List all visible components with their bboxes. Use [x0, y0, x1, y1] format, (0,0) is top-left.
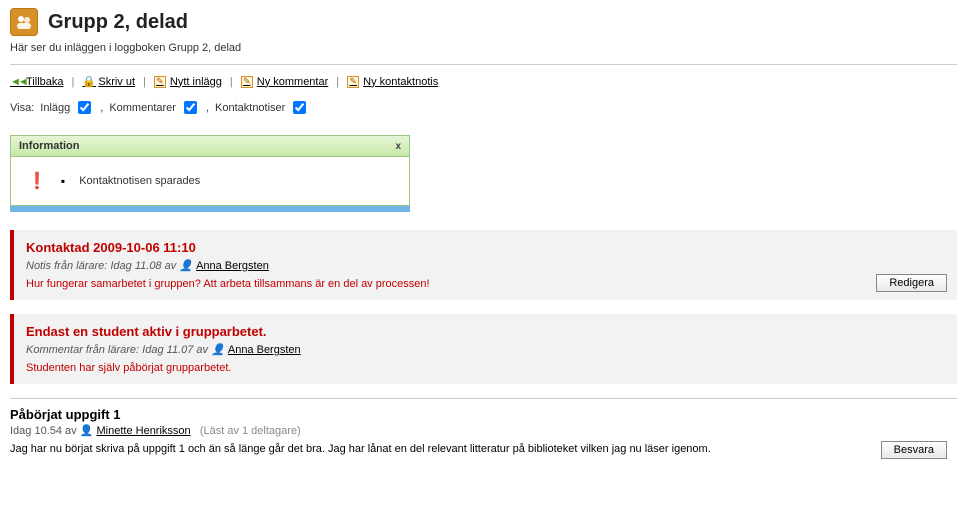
entry-readby: (Läst av 1 deltagare) [200, 425, 301, 437]
entry-author-link[interactable]: Anna Bergsten [228, 344, 301, 356]
info-box-message: Kontaktnotisen sparades [79, 175, 200, 187]
filter-comments-label: Kommentarer [109, 102, 176, 114]
back-link[interactable]: ◄◄ Tillbaka [10, 76, 64, 88]
new-post-label: Nytt inlägg [170, 76, 222, 88]
entry-body: Jag har nu börjat skriva på uppgift 1 oc… [10, 443, 957, 455]
filter-contacts-label: Kontaktnotiser [215, 102, 285, 114]
info-box: Information x ❗ ▪ Kontaktnotisen sparade… [10, 135, 410, 212]
filter-posts-checkbox[interactable] [78, 101, 91, 114]
back-label: Tillbaka [26, 76, 64, 88]
info-box-body: ❗ ▪ Kontaktnotisen sparades [11, 157, 409, 205]
filter-contacts[interactable]: Kontaktnotiser [215, 98, 309, 117]
person-icon: 👤 [211, 343, 225, 356]
info-box-title: Information [19, 140, 80, 152]
new-contact-label: Ny kontaktnotis [363, 76, 438, 88]
person-icon: 👤 [80, 424, 94, 437]
edit-icon: ✎ [241, 76, 253, 88]
print-label: Skriv ut [98, 76, 135, 88]
edit-icon: ✎ [347, 76, 359, 88]
entry-author-link[interactable]: Anna Bergsten [196, 260, 269, 272]
filter-posts[interactable]: Inlägg [40, 98, 94, 117]
contact-note-entry: Kontaktad 2009-10-06 11:10 Notis från lä… [10, 230, 957, 300]
entry-author-link[interactable]: Minette Henriksson [97, 425, 191, 437]
entry-meta: Kommentar från lärare: Idag 11.07 av 👤 A… [26, 343, 945, 356]
edit-icon: ✎ [154, 76, 166, 88]
back-icon: ◄◄ [10, 76, 22, 88]
separator: | [230, 76, 233, 88]
separator: | [143, 76, 146, 88]
comma: , [100, 102, 103, 114]
new-post-link[interactable]: ✎ Nytt inlägg [154, 76, 222, 88]
filter-contacts-checkbox[interactable] [293, 101, 306, 114]
entry-title: Kontaktad 2009-10-06 11:10 [26, 240, 945, 255]
exclamation-icon: ❗ [27, 171, 47, 191]
toolbar: ◄◄ Tillbaka | 🔒 Skriv ut | ✎ Nytt inlägg… [10, 75, 957, 88]
filter-comments-checkbox[interactable] [184, 101, 197, 114]
entry-meta-time: Idag 11.07 av [142, 344, 208, 356]
entry-body: Studenten har själv påbörjat grupparbete… [26, 362, 945, 374]
entry-meta: Idag 10.54 av 👤 Minette Henriksson (Läst… [10, 424, 957, 437]
filter-comments[interactable]: Kommentarer [109, 98, 200, 117]
filter-posts-label: Inlägg [40, 102, 70, 114]
page-header: Grupp 2, delad [10, 8, 957, 36]
reply-button[interactable]: Besvara [881, 441, 947, 459]
entry-meta-prefix: Notis från lärare: [26, 260, 107, 272]
edit-button[interactable]: Redigera [876, 274, 947, 292]
post-entry: Påbörjat uppgift 1 Idag 10.54 av 👤 Minet… [10, 398, 957, 463]
print-link[interactable]: 🔒 Skriv ut [82, 75, 135, 88]
filter-label: Visa: [10, 102, 34, 114]
group-icon [10, 8, 38, 36]
comment-entry: Endast en student aktiv i grupparbetet. … [10, 314, 957, 384]
info-box-header: Information x [11, 136, 409, 157]
bullet-icon: ▪ [61, 175, 65, 187]
page-subtitle: Här ser du inläggen i loggboken Grupp 2,… [10, 42, 957, 54]
person-icon: 👤 [179, 259, 193, 272]
page-title: Grupp 2, delad [48, 11, 188, 34]
separator: | [72, 76, 75, 88]
new-comment-link[interactable]: ✎ Ny kommentar [241, 76, 329, 88]
entry-meta: Notis från lärare: Idag 11.08 av 👤 Anna … [26, 259, 945, 272]
filter-row: Visa: Inlägg , Kommentarer , Kontaktnoti… [10, 98, 957, 117]
entry-meta-time: Idag 11.08 av [110, 260, 176, 272]
new-comment-label: Ny kommentar [257, 76, 329, 88]
comma: , [206, 102, 209, 114]
print-icon: 🔒 [82, 75, 94, 88]
new-contact-link[interactable]: ✎ Ny kontaktnotis [347, 76, 438, 88]
entry-body: Hur fungerar samarbetet i gruppen? Att a… [26, 278, 945, 290]
divider [10, 64, 957, 65]
entry-title: Påbörjat uppgift 1 [10, 407, 957, 422]
separator: | [336, 76, 339, 88]
close-icon[interactable]: x [395, 141, 401, 152]
entry-title: Endast en student aktiv i grupparbetet. [26, 324, 945, 339]
entry-meta-prefix: Kommentar från lärare: [26, 344, 139, 356]
entry-meta-time: Idag 10.54 av [10, 425, 77, 437]
